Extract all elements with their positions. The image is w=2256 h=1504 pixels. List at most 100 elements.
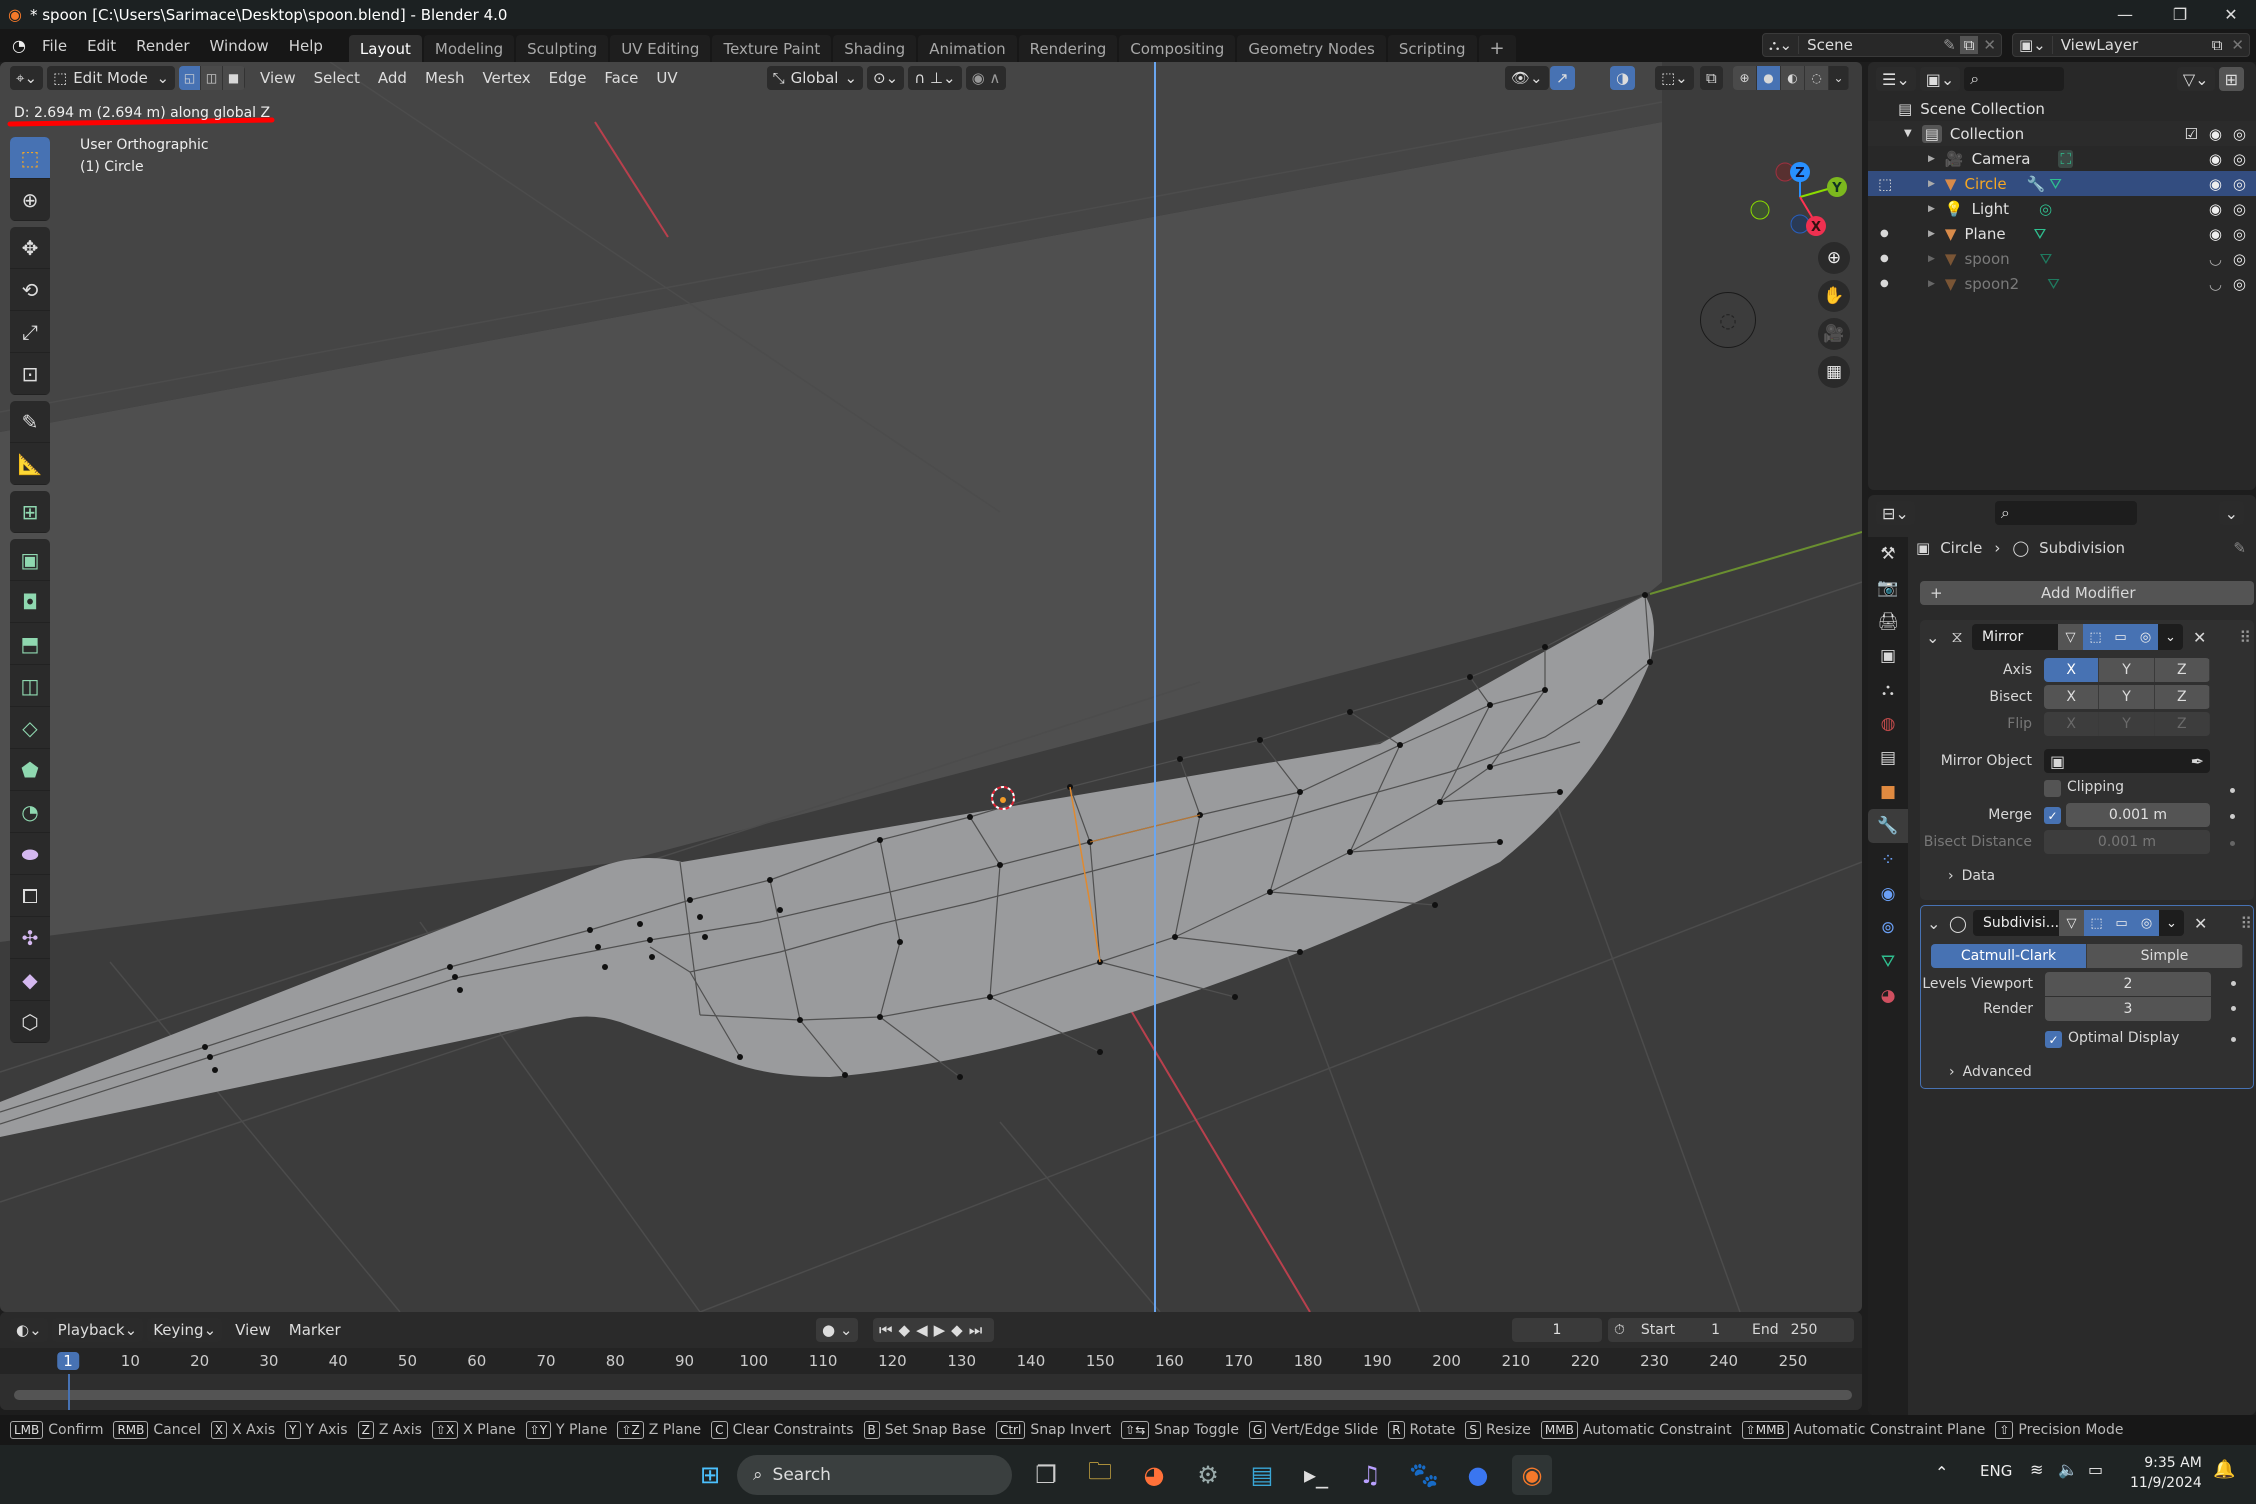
properties-options[interactable]: ⌄ xyxy=(2218,501,2244,525)
edit-mode-toggle-icon[interactable]: ⬚ xyxy=(2084,910,2109,936)
collapse-chevron-icon[interactable]: ⌄ xyxy=(1927,914,1943,933)
tab-geometry-nodes[interactable]: Geometry Nodes xyxy=(1237,35,1386,62)
start-frame-field[interactable]: 1 xyxy=(1711,1322,1720,1338)
inset-tool[interactable]: ◘ xyxy=(10,581,50,623)
move-tool[interactable]: ✥ xyxy=(10,227,50,269)
eyedropper-icon[interactable]: ✒ xyxy=(2191,752,2204,771)
spin-tool[interactable]: ◔ xyxy=(10,791,50,833)
dropdown-icon[interactable]: ⌄ xyxy=(2158,624,2183,650)
close-button[interactable]: ✕ xyxy=(2206,0,2256,29)
playhead-line[interactable] xyxy=(68,1374,70,1410)
render-toggle-icon[interactable]: ◎ xyxy=(2134,910,2159,936)
chevron-down-icon[interactable]: ⌄ xyxy=(1829,66,1849,90)
drag-handle-icon[interactable]: ⠿ xyxy=(2240,914,2252,933)
advanced-subpanel[interactable]: › Advanced xyxy=(1949,1064,2032,1080)
solid-shading-icon[interactable]: ● xyxy=(1757,66,1781,90)
outliner-item-light[interactable]: ▶ 💡 Light ◎ ◉ ◎ xyxy=(1868,196,2256,221)
tab-shading[interactable]: Shading xyxy=(833,35,917,62)
select-box-tool[interactable]: ⬚ xyxy=(10,137,50,179)
tab-animation[interactable]: Animation xyxy=(918,35,1017,62)
taskbar-search[interactable]: ⌕ Search xyxy=(737,1454,1012,1495)
tab-tool[interactable]: ⚒ xyxy=(1868,537,1908,571)
wireframe-shading-icon[interactable]: ⊕ xyxy=(1733,66,1757,90)
eye-icon[interactable]: ◉ xyxy=(2209,225,2222,243)
cursor-tool[interactable]: ⊕ xyxy=(10,179,50,221)
loop-cut-tool[interactable]: ◫ xyxy=(10,665,50,707)
eye-icon[interactable]: ◉ xyxy=(2209,175,2222,193)
timeline-track[interactable] xyxy=(0,1374,1862,1410)
shrink-fatten-tool[interactable]: ✣ xyxy=(10,917,50,959)
mesh-data-icon[interactable]: ⛛ xyxy=(2047,275,2060,293)
remove-modifier-icon[interactable]: ✕ xyxy=(2194,914,2207,933)
annotate-tool[interactable]: ✎ xyxy=(10,401,50,443)
mirror-name-field[interactable]: Mirror xyxy=(1972,624,2058,650)
snap-button[interactable]: ∩ ⊥⌄ xyxy=(908,66,962,90)
menu-edge[interactable]: Edge xyxy=(540,69,596,87)
expand-arrow-icon[interactable]: ▶ xyxy=(1928,154,1935,164)
wrench-modifier-icon[interactable]: 🔧 xyxy=(2027,175,2046,193)
tab-scene[interactable]: ⛬ xyxy=(1868,673,1908,707)
expand-arrow-icon[interactable]: ▼ xyxy=(1904,128,1912,139)
properties-search[interactable]: ⌕ xyxy=(1994,501,2137,525)
shear-tool[interactable]: ◆ xyxy=(10,959,50,1001)
rendered-shading-icon[interactable]: ◌ xyxy=(1805,66,1829,90)
expand-arrow-icon[interactable]: ▶ xyxy=(1928,279,1935,289)
rip-tool[interactable]: ⬡ xyxy=(10,1001,50,1043)
musescore-button[interactable]: ♫ xyxy=(1350,1455,1390,1495)
signal-button[interactable]: ● xyxy=(1458,1455,1498,1495)
zoom-view-button[interactable]: ⊕ xyxy=(1818,242,1850,274)
optimal-display-checkbox[interactable]: ✓ xyxy=(2045,1031,2062,1048)
outliner-item-circle[interactable]: ⬚ ▶ ▼ Circle 🔧 ⛛ ◉ ◎ xyxy=(1868,171,2256,196)
expand-arrow-icon[interactable]: ▶ xyxy=(1928,179,1935,189)
clock[interactable]: 9:35 AM 11/9/2024 xyxy=(2130,1453,2202,1493)
scene-selector[interactable]: ⛬⌄ Scene ✎ ⧉ ✕ xyxy=(1762,33,2002,57)
properties-editor-type[interactable]: ⊟⌄ xyxy=(1876,501,1915,525)
camera-render-icon[interactable]: ◎ xyxy=(2233,250,2246,268)
outliner-scene-collection[interactable]: ▤ Scene Collection xyxy=(1868,96,2256,121)
tab-particles[interactable]: ⁘ xyxy=(1868,843,1908,877)
ortho-toggle-button[interactable]: ▦ xyxy=(1818,356,1850,388)
camera-view-button[interactable]: 🎥 xyxy=(1818,318,1850,350)
current-frame-field[interactable]: 1 xyxy=(1512,1318,1602,1342)
play-reverse-icon[interactable]: ◀ xyxy=(916,1321,934,1339)
outliner-search[interactable]: ⌕ xyxy=(1964,67,2065,91)
selectability-button[interactable]: 👁⌄ xyxy=(1505,66,1549,90)
bevel-tool[interactable]: ⬒ xyxy=(10,623,50,665)
edit-cage-icon[interactable]: ▽ xyxy=(2059,910,2084,936)
menu-help[interactable]: Help xyxy=(279,37,333,55)
remove-scene-icon[interactable]: ✕ xyxy=(1978,36,2001,54)
camera-render-icon[interactable]: ◎ xyxy=(2233,125,2246,143)
tab-data[interactable]: ⛛ xyxy=(1868,945,1908,979)
light-gizmo[interactable]: ◌ xyxy=(1700,292,1756,348)
eye-icon[interactable]: ◉ xyxy=(2209,200,2222,218)
marker-menu[interactable]: Marker xyxy=(280,1321,350,1339)
edge-slide-tool[interactable]: ⧠ xyxy=(10,875,50,917)
merge-distance-field[interactable]: 0.001 m xyxy=(2066,803,2210,827)
playback-menu[interactable]: Playback ⌄ xyxy=(51,1318,144,1342)
transform-tool[interactable]: ⊡ xyxy=(10,353,50,395)
volume-icon[interactable]: 🔈 xyxy=(2058,1460,2078,1479)
keyframe-dot[interactable] xyxy=(2231,981,2236,986)
outliner-editor-type[interactable]: ☰⌄ xyxy=(1876,67,1916,91)
flip-x-toggle[interactable]: X xyxy=(2044,712,2100,736)
language-indicator[interactable]: ENG xyxy=(1980,1462,2012,1480)
filter-button[interactable]: ▽⌄ xyxy=(2176,67,2215,91)
edit-mode-indicator-icon[interactable]: ⬚ xyxy=(1878,175,1892,193)
subdivision-name-field[interactable]: Subdivisi... xyxy=(1973,910,2059,936)
menu-window[interactable]: Window xyxy=(200,37,279,55)
notification-bell-icon[interactable]: 🔔 xyxy=(2213,1459,2235,1480)
terminal-button[interactable]: ▸_ xyxy=(1296,1455,1336,1495)
camera-data-icon[interactable]: ⛶ xyxy=(2058,149,2073,168)
menu-select[interactable]: Select xyxy=(305,69,369,87)
bisect-distance-field[interactable]: 0.001 m xyxy=(2044,830,2210,854)
tab-render[interactable]: 📷 xyxy=(1868,571,1908,605)
material-shading-icon[interactable]: ◐ xyxy=(1781,66,1805,90)
knife-tool[interactable]: ◇ xyxy=(10,707,50,749)
mesh-data-icon[interactable]: ⛛ xyxy=(2040,250,2053,268)
start-button[interactable]: ⊞ xyxy=(690,1455,730,1495)
edge-select-icon[interactable]: ◫ xyxy=(201,66,224,90)
camera-render-icon[interactable]: ◎ xyxy=(2233,150,2246,168)
clipping-checkbox[interactable] xyxy=(2044,780,2061,797)
view-layer-selector[interactable]: ▣⌄ ViewLayer ⧉ ✕ xyxy=(2012,33,2250,57)
tab-texture-paint[interactable]: Texture Paint xyxy=(712,35,832,62)
